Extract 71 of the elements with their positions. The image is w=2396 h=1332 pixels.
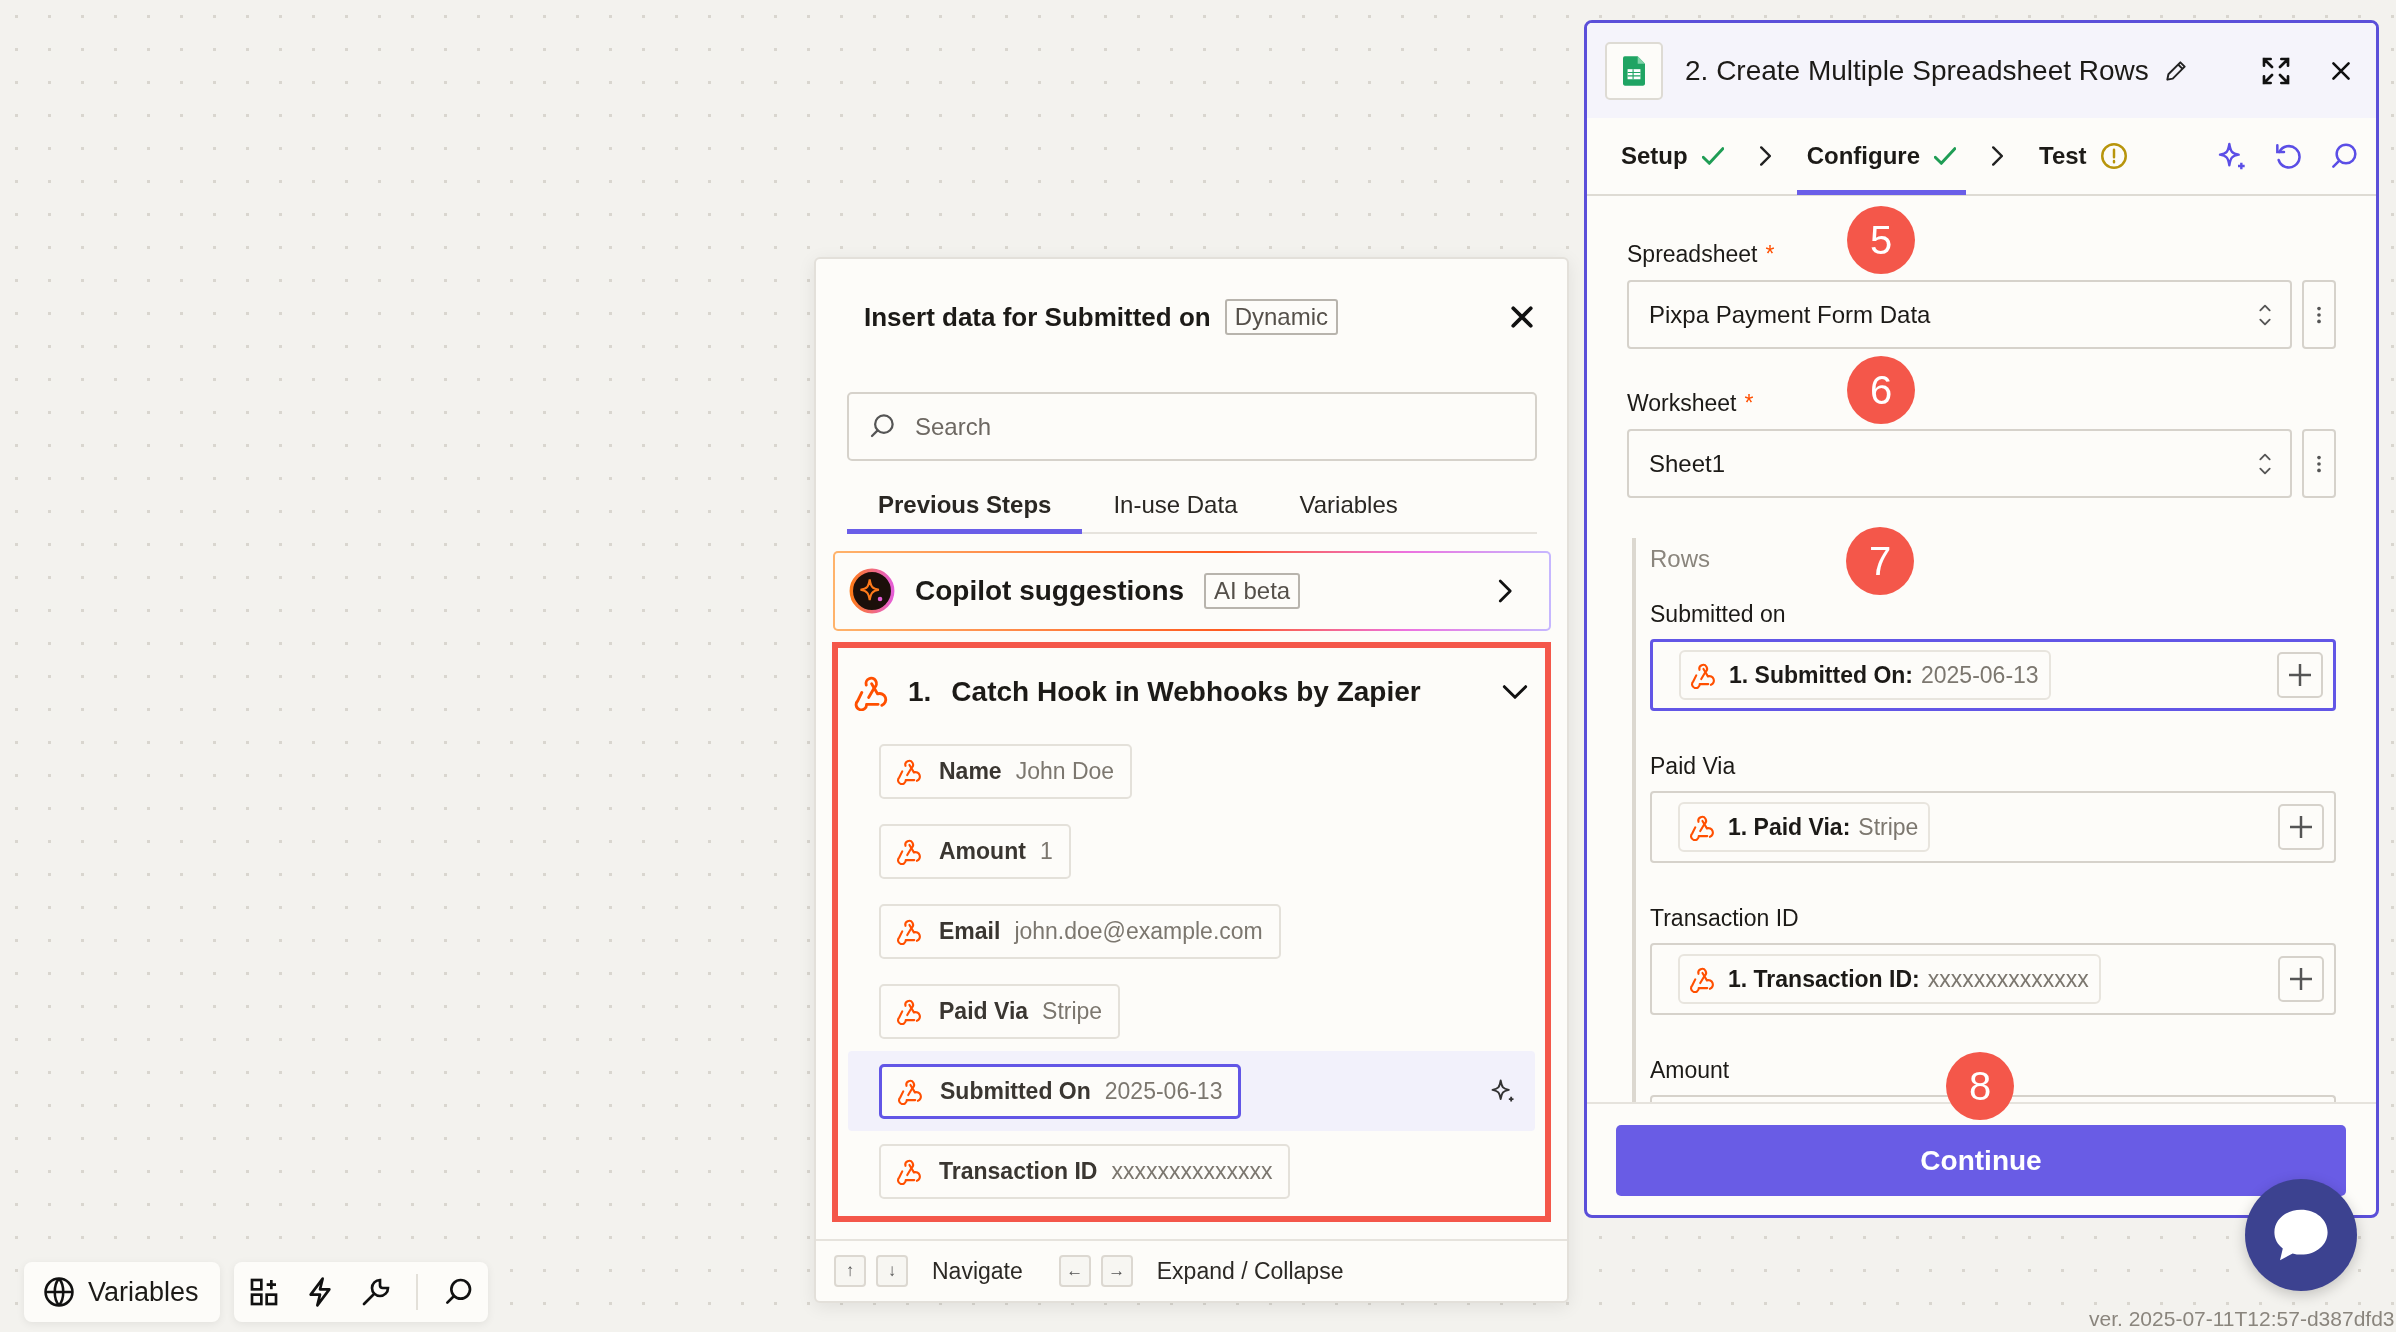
required-mark: * — [1765, 240, 1775, 268]
tab[interactable]: Variables — [1268, 483, 1429, 534]
webhook-icon — [895, 917, 923, 945]
webhook-icon — [895, 837, 923, 865]
step-tab[interactable]: Setup — [1611, 117, 1734, 195]
data-chip[interactable]: Email john.doe@example.com — [879, 903, 1281, 959]
data-token: 1. Paid Via: Stripe — [1678, 802, 1931, 852]
step-tab[interactable]: Configure — [1796, 117, 1966, 195]
sparkle-icon[interactable] — [2216, 140, 2248, 172]
key-hint: ↓ — [876, 1255, 908, 1287]
field-label: Spreadsheet — [1627, 240, 1758, 268]
sparkle-icon[interactable] — [1489, 1077, 1517, 1105]
spreadsheet-app-icon — [1605, 41, 1663, 100]
add-button[interactable] — [2278, 804, 2324, 850]
data-chip[interactable]: Name John Doe — [879, 743, 1133, 799]
field-label: Transaction ID — [1650, 904, 1799, 933]
navigate-hint: Navigate — [932, 1257, 1023, 1285]
data-token: 1. Submitted On: 2025-06-13 — [1679, 650, 2051, 700]
variables-button[interactable]: Variables — [24, 1262, 220, 1322]
input-field[interactable]: 1. Submitted On: 2025-06-13 — [1650, 639, 2336, 711]
field-label: Paid Via — [1650, 752, 1736, 781]
dropdown-field[interactable]: Pixpa Payment Form Data — [1627, 280, 2292, 349]
key-hint: ← — [1058, 1255, 1091, 1287]
dropdown-field[interactable]: Sheet1 — [1627, 429, 2292, 498]
step-tab[interactable]: Test — [2029, 117, 2137, 195]
add-button[interactable] — [2277, 652, 2323, 698]
webhook-icon — [895, 757, 923, 785]
step-title: 2. Create Multiple Spreadsheet Rows — [1685, 54, 2149, 87]
copilot-suggestions-card[interactable]: Copilot suggestions AI beta — [833, 551, 1551, 631]
input-field[interactable]: 1. Paid Via: Stripe — [1650, 791, 2336, 863]
plus-icon — [2290, 816, 2312, 838]
version-text: ver. 2025-07-11T12:57-d387dfd3 — [2089, 1307, 2395, 1331]
webhook-icon — [1688, 813, 1716, 841]
chevron-right-icon — [1759, 146, 1771, 166]
webhook-icon — [896, 1077, 924, 1105]
data-chip[interactable]: Transaction ID xxxxxxxxxxxxxx — [879, 1143, 1291, 1199]
field-label: Submitted on — [1650, 600, 1786, 629]
expand-hint: Expand / Collapse — [1156, 1257, 1344, 1285]
data-chip[interactable]: Amount 1 — [879, 823, 1071, 879]
tab[interactable]: In-use Data — [1082, 483, 1269, 534]
key-hint: ↑ — [834, 1255, 866, 1287]
sparkle-icon — [849, 568, 895, 614]
step-header[interactable]: 1. Catch Hook in Webhooks by Zapier — [838, 666, 1545, 718]
beta-tag: AI beta — [1204, 573, 1301, 609]
key-hint: → — [1100, 1255, 1133, 1287]
plus-icon — [2290, 968, 2312, 990]
field-label: Amount — [1650, 1056, 1730, 1085]
input-field[interactable]: 1. Transaction ID: xxxxxxxxxxxxxx — [1650, 943, 2336, 1015]
webhook-icon — [1689, 661, 1717, 689]
dynamic-tag: Dynamic — [1224, 299, 1339, 335]
add-button[interactable] — [2278, 956, 2324, 1002]
continue-button[interactable]: Continue — [1616, 1125, 2346, 1196]
data-chip[interactable]: Paid Via Stripe — [879, 983, 1121, 1039]
chat-bubble-icon — [2273, 1208, 2329, 1262]
panel-title: Insert data for Submitted on — [864, 301, 1211, 333]
plus-icon — [2289, 664, 2311, 686]
search-field[interactable]: Search — [847, 392, 1537, 461]
chevron-right-icon — [1992, 146, 2003, 166]
data-token: 1. Transaction ID: xxxxxxxxxxxxxx — [1678, 954, 2101, 1004]
webhook-icon — [895, 1157, 923, 1185]
globe-icon — [42, 1275, 76, 1309]
webhook-icon — [895, 997, 923, 1025]
field-label: Worksheet — [1627, 389, 1737, 417]
webhook-icon — [1688, 965, 1716, 993]
required-mark: * — [1744, 389, 1754, 417]
tab[interactable]: Previous Steps — [847, 483, 1083, 534]
data-chip[interactable]: Submitted On 2025-06-13 — [879, 1063, 1242, 1119]
wrench-icon[interactable] — [360, 1276, 392, 1308]
add-widget-icon[interactable] — [248, 1276, 280, 1308]
section-title: Rows — [1650, 544, 1710, 574]
chat-button[interactable] — [2245, 1179, 2357, 1291]
